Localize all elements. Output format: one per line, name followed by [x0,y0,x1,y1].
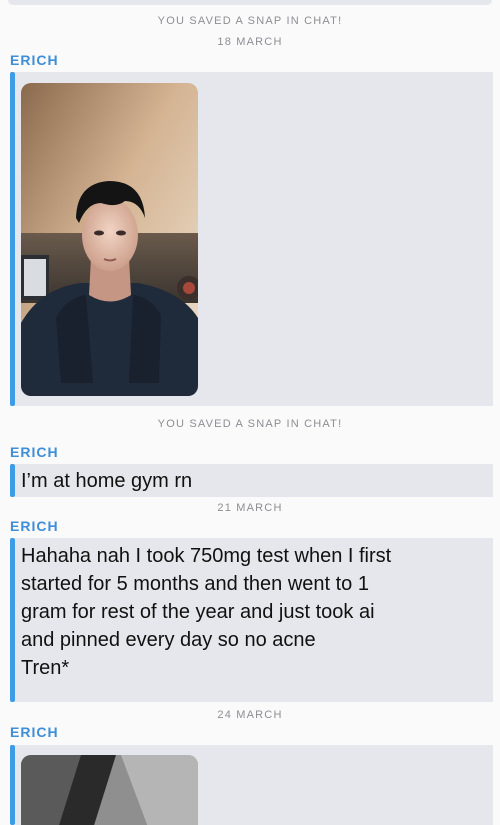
sender-name: ERICH [10,724,59,740]
sender-name: ERICH [10,518,59,534]
date-separator: 18 MARCH [217,36,283,48]
message-text: I’m at home gym rn [21,470,193,492]
date-separator: 21 MARCH [217,502,283,514]
saved-snap-photo[interactable] [21,83,198,396]
sender-name: ERICH [10,444,59,460]
message-text: Hahaha nah I took 750mg test when I firs… [21,545,392,679]
snap-image [21,755,198,825]
saved-snap-notice: YOU SAVED A SNAP IN CHAT! [157,15,343,27]
snap-photo-partial[interactable] [21,755,198,825]
sender-name: ERICH [10,52,59,68]
chat-screen: YOU SAVED A SNAP IN CHAT! 18 MARCH ERICH [0,0,500,825]
previous-message-edge [8,0,492,5]
snap-image [21,83,198,396]
saved-snap-notice: YOU SAVED A SNAP IN CHAT! [157,418,343,430]
date-separator: 24 MARCH [217,709,283,721]
